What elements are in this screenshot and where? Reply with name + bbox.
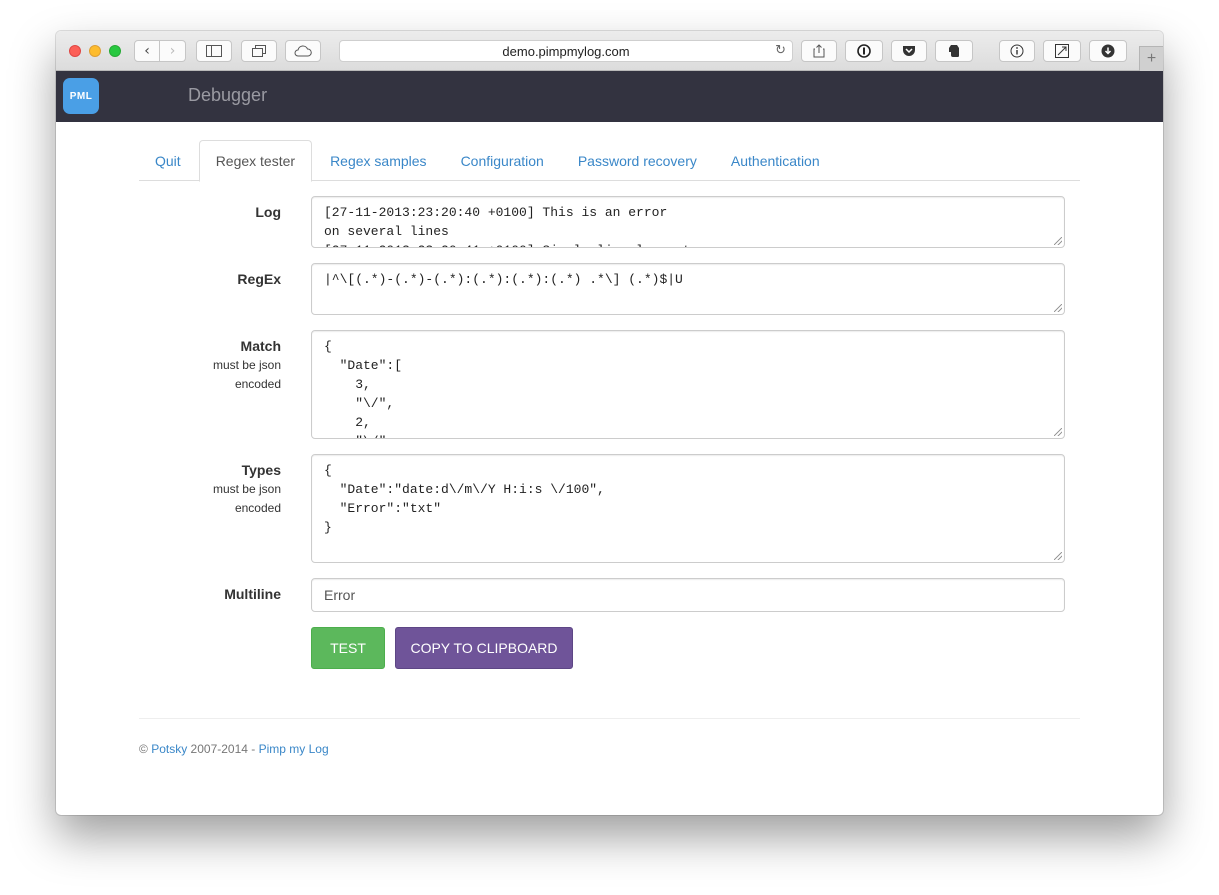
tab-regex-samples[interactable]: Regex samples [314, 140, 443, 181]
forward-button[interactable]: › [160, 40, 186, 62]
regex-textarea[interactable]: |^\[(.*)-(.*)-(.*):(.*):(.*):(.*) .*\] (… [311, 263, 1065, 315]
history-nav: ‹ › [134, 40, 186, 62]
download-icon [1101, 44, 1115, 58]
navbar-brand[interactable]: Debugger [188, 85, 267, 106]
sidebar-icon [206, 45, 222, 57]
match-hint-line2: encoded [234, 377, 281, 391]
tab-authentication[interactable]: Authentication [715, 140, 836, 181]
footer-years: 2007-2014 - [190, 742, 256, 756]
app-logo[interactable]: PML [63, 78, 99, 114]
copyright-symbol: © [139, 742, 148, 756]
share-button[interactable] [801, 40, 837, 62]
pocket-icon [903, 46, 915, 56]
types-hint-line2: encoded [234, 501, 281, 515]
footer: © Potsky 2007-2014 - Pimp my Log [139, 742, 329, 756]
chevron-right-icon: › [169, 43, 176, 59]
downloads-button[interactable] [1089, 40, 1127, 62]
project-link[interactable]: Pimp my Log [259, 742, 329, 756]
share-icon [813, 44, 825, 58]
multiline-input[interactable]: Error [311, 578, 1065, 612]
tabs-icon [252, 45, 266, 57]
tab-password-recovery[interactable]: Password recovery [562, 140, 713, 181]
match-label: Match must be json encoded [81, 336, 281, 394]
app-navbar: PML Debugger [56, 71, 1163, 122]
nav-tabs: Quit Regex tester Regex samples Configur… [139, 140, 1080, 182]
footer-divider [139, 718, 1080, 719]
info-button[interactable] [999, 40, 1035, 62]
log-value: [27-11-2013:23:20:40 +0100] This is an e… [324, 205, 706, 247]
types-value: { "Date":"date:d\/m\/Y H:i:s \/100", "Er… [324, 463, 605, 535]
info-icon [1010, 44, 1024, 58]
fullscreen-button[interactable] [1043, 40, 1081, 62]
address-bar[interactable]: demo.pimpmylog.com ↻ [339, 40, 793, 62]
plus-icon: + [1146, 50, 1157, 67]
close-window-button[interactable] [69, 45, 81, 57]
sidebar-button[interactable] [196, 40, 232, 62]
password-manager-button[interactable] [845, 40, 883, 62]
resize-handle[interactable] [1054, 552, 1062, 560]
chevron-left-icon: ‹ [144, 43, 150, 59]
tab-quit[interactable]: Quit [139, 140, 197, 181]
browser-window: ‹ › demo.pimpmylog.com ↻ + PML Debugger … [56, 31, 1163, 815]
types-textarea[interactable]: { "Date":"date:d\/m\/Y H:i:s \/100", "Er… [311, 454, 1065, 563]
resize-handle[interactable] [1054, 237, 1062, 245]
resize-handle[interactable] [1054, 428, 1062, 436]
new-tab-button[interactable]: + [1139, 46, 1163, 71]
icloud-tabs-button[interactable] [285, 40, 321, 62]
resize-handle[interactable] [1054, 304, 1062, 312]
types-hint-line1: must be json [212, 482, 281, 496]
author-link[interactable]: Potsky [151, 742, 187, 756]
back-button[interactable]: ‹ [134, 40, 160, 62]
evernote-button[interactable] [935, 40, 973, 62]
test-button[interactable]: TEST [311, 627, 385, 669]
regex-label: RegEx [237, 271, 281, 287]
tab-configuration[interactable]: Configuration [445, 140, 560, 181]
types-label: Types must be json encoded [81, 460, 281, 518]
copy-to-clipboard-button[interactable]: COPY TO CLIPBOARD [395, 627, 573, 669]
minimize-window-button[interactable] [89, 45, 101, 57]
pocket-button[interactable] [891, 40, 927, 62]
evernote-icon [949, 45, 959, 57]
match-textarea[interactable]: { "Date":[ 3, "\/", 2, "\/", [311, 330, 1065, 439]
match-hint-line1: must be json [212, 358, 281, 372]
tab-overview-button[interactable] [241, 40, 277, 62]
match-value: { "Date":[ 3, "\/", 2, "\/", [324, 339, 403, 438]
zoom-window-button[interactable] [109, 45, 121, 57]
browser-toolbar: ‹ › demo.pimpmylog.com ↻ + [56, 31, 1163, 71]
logo-text: PML [69, 90, 93, 102]
multiline-label: Multiline [224, 586, 281, 602]
expand-icon [1055, 44, 1069, 58]
multiline-value: Error [324, 587, 356, 603]
log-textarea[interactable]: [27-11-2013:23:20:40 +0100] This is an e… [311, 196, 1065, 248]
log-label: Log [255, 204, 281, 220]
tab-regex-tester[interactable]: Regex tester [198, 140, 313, 182]
regex-value: |^\[(.*)-(.*)-(.*):(.*):(.*):(.*) .*\] (… [324, 272, 683, 287]
cloud-icon [294, 45, 312, 57]
reload-icon[interactable]: ↻ [775, 43, 786, 58]
onepassword-icon [857, 44, 871, 58]
url-text: demo.pimpmylog.com [502, 43, 630, 59]
